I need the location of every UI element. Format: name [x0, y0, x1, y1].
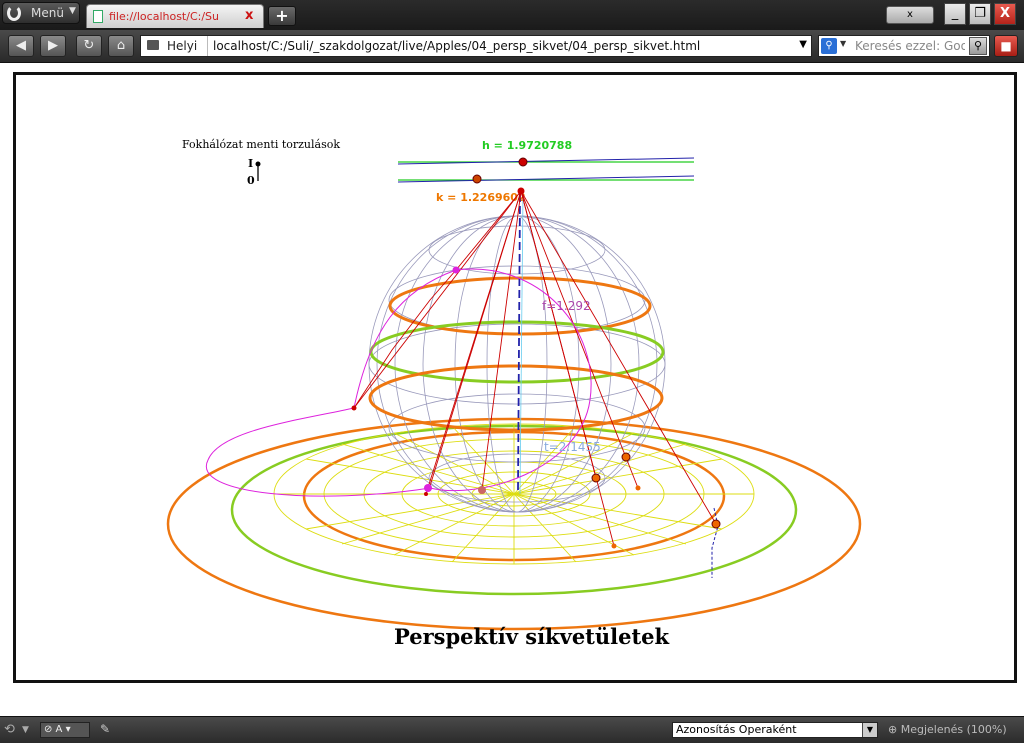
legend-title: Fokhálózat menti torzulások [182, 138, 340, 151]
search-field[interactable]: ⚲ ▼ Keresés ezzel: Goo ⚲ [818, 35, 990, 57]
stop-button[interactable]: ■ [994, 35, 1018, 57]
restore-button[interactable]: ❐ [969, 3, 991, 25]
url-text[interactable]: localhost/C:/Suli/_szakdolgozat/live/App… [213, 39, 700, 53]
globe-wireframe [368, 215, 666, 513]
auth-select[interactable]: Azonosítás Operaként ▼ [672, 722, 878, 738]
address-field[interactable]: Helyi localhost/C:/Suli/_szakdolgozat/li… [140, 35, 812, 57]
h-slider-blue [397, 157, 695, 165]
page-content: Fokhálózat menti torzulások I 0 h = 1.97… [0, 63, 1024, 716]
search-icon[interactable]: ⚲ [969, 37, 987, 55]
projection-rays [353, 190, 717, 547]
zoom-control[interactable]: ⊕ Megjelenés (100%) [888, 723, 1007, 736]
chevron-down-icon[interactable]: ▼ [799, 39, 807, 50]
address-toolbar: ◀ ▶ ↻ ⌂ Helyi localhost/C:/Suli/_szakdol… [0, 30, 1024, 63]
h-label: h = 1.9720788 [482, 139, 572, 152]
vertical-axis [517, 193, 521, 491]
ground-point-d[interactable] [591, 473, 601, 483]
chevron-down-icon: ▼ [69, 6, 76, 16]
projection-center-point[interactable] [517, 187, 525, 195]
zoom-label: Megjelenés (100%) [900, 723, 1007, 736]
turbo-button[interactable]: ⊘ A ▾ [40, 722, 90, 738]
legend-bottom: 0 [247, 174, 255, 187]
search-placeholder[interactable]: Keresés ezzel: Goo [855, 39, 965, 53]
ground-point-b[interactable] [424, 492, 428, 496]
legend-slider-handle[interactable] [255, 161, 261, 167]
minimize-button[interactable]: _ [944, 3, 966, 25]
t-label: t=2.1455 [544, 440, 601, 454]
reload-button[interactable]: ↻ [76, 35, 102, 57]
monitor-icon [147, 40, 159, 50]
h-slider-handle[interactable] [518, 157, 528, 167]
tab-bar: Menü ▼ file://localhost/C:/Su x + x _ ❐ … [0, 0, 1024, 30]
address-separator [207, 36, 208, 56]
tab-close-icon[interactable]: x [245, 8, 253, 23]
ground-point-g[interactable] [611, 543, 617, 549]
page-icon [93, 10, 103, 23]
ground-point-c[interactable] [478, 486, 486, 494]
sync-icon[interactable]: ⟲ [4, 722, 15, 738]
f-label: f=1.292 [542, 299, 591, 313]
tab-title: file://localhost/C:/Su [109, 10, 219, 23]
edit-icon[interactable]: ✎ [100, 722, 110, 738]
chevron-down-icon[interactable]: ▼ [862, 723, 877, 737]
red-curve [353, 269, 457, 409]
chevron-down-icon[interactable]: ▼ [22, 725, 29, 741]
opera-logo-icon [7, 5, 21, 21]
geogebra-applet[interactable]: Fokhálózat menti torzulások I 0 h = 1.97… [13, 72, 1017, 683]
tab-active[interactable]: file://localhost/C:/Su x [86, 4, 264, 28]
applet-canvas[interactable]: Fokhálózat menti torzulások I 0 h = 1.97… [16, 75, 1014, 680]
chevron-down-icon[interactable]: ▼ [840, 39, 846, 48]
forward-button[interactable]: ▶ [40, 35, 66, 57]
ground-point-f[interactable] [635, 485, 641, 491]
legend-top: I [248, 157, 253, 170]
curve-point[interactable] [351, 405, 357, 411]
k-slider-handle[interactable] [472, 174, 482, 184]
k-slider-blue [397, 175, 695, 183]
projection-axis [519, 193, 524, 495]
home-button[interactable]: ⌂ [108, 35, 134, 57]
close-window-button[interactable]: X [994, 3, 1016, 25]
ground-point-h[interactable] [711, 519, 721, 529]
new-tab-button[interactable]: + [268, 6, 296, 26]
menu-label: Menü [31, 6, 64, 20]
ground-point-a[interactable] [424, 484, 432, 492]
opera-menu-button[interactable]: Menü ▼ [2, 2, 80, 24]
projected-grid [273, 423, 755, 565]
zone-label: Helyi [167, 39, 198, 53]
status-bar: ⟲ ▼ ⊘ A ▾ ✎ Azonosítás Operaként ▼ ⊕ Meg… [0, 716, 1024, 743]
lower-orange-parallel [368, 364, 664, 432]
search-engine-icon[interactable]: ⚲ [821, 38, 837, 54]
back-button[interactable]: ◀ [8, 35, 34, 57]
equator-green-parallel [369, 320, 665, 384]
ground-point-e[interactable] [621, 452, 631, 462]
auth-label: Azonosítás Operaként [676, 723, 797, 736]
caption: Perspektív síkvetületek [394, 624, 670, 649]
closed-tabs-button[interactable]: x [886, 6, 934, 24]
globe-point[interactable] [452, 266, 460, 274]
